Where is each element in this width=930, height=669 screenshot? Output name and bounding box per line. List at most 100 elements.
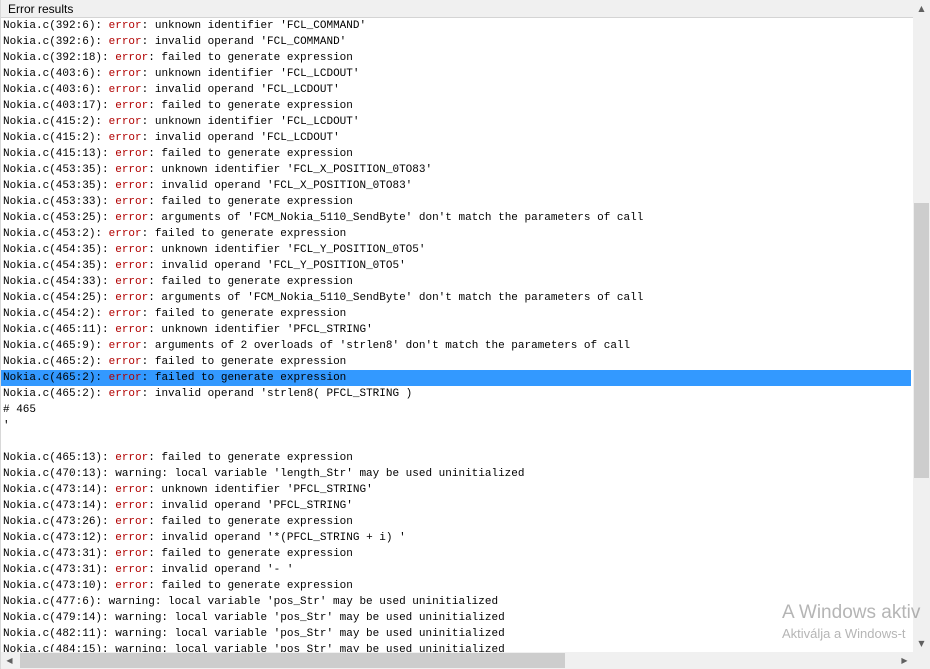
line-message: : unknown identifier 'FCL_Y_POSITION_0TO…	[148, 244, 426, 256]
scroll-down-arrow-icon[interactable]: ▼	[913, 635, 930, 652]
list-item[interactable]: Nokia.c(473:14): error: invalid operand …	[3, 498, 911, 514]
line-message: : failed to generate expression	[148, 548, 353, 560]
error-keyword: error	[108, 68, 142, 80]
error-keyword: error	[108, 372, 142, 384]
line-message: : failed to generate expression	[141, 372, 347, 384]
line-message: : failed to generate expression	[141, 228, 347, 240]
line-location: Nokia.c(415:13):	[3, 148, 116, 160]
error-keyword: error	[115, 292, 149, 304]
list-item[interactable]: Nokia.c(453:25): error: arguments of 'FC…	[3, 210, 911, 226]
list-item[interactable]: Nokia.c(465:2): error: invalid operand '…	[3, 386, 911, 402]
list-item[interactable]: Nokia.c(415:2): error: invalid operand '…	[3, 130, 911, 146]
list-item[interactable]: Nokia.c(454:25): error: arguments of 'FC…	[3, 290, 911, 306]
list-item[interactable]: Nokia.c(465:2): error: failed to generat…	[3, 354, 911, 370]
scroll-up-arrow-icon[interactable]: ▲	[913, 0, 930, 17]
line-location: Nokia.c(392:6):	[3, 20, 109, 32]
error-keyword: error	[115, 212, 149, 224]
line-location: Nokia.c(403:6):	[3, 68, 109, 80]
list-item[interactable]: Nokia.c(403:17): error: failed to genera…	[3, 98, 911, 114]
error-keyword: error	[115, 244, 149, 256]
list-item[interactable]: Nokia.c(454:35): error: unknown identifi…	[3, 242, 911, 258]
list-item[interactable]: Nokia.c(454:2): error: failed to generat…	[3, 306, 911, 322]
list-item[interactable]: Nokia.c(454:33): error: failed to genera…	[3, 274, 911, 290]
list-item[interactable]: Nokia.c(453:2): error: failed to generat…	[3, 226, 911, 242]
list-item[interactable]: Nokia.c(473:10): error: failed to genera…	[3, 578, 911, 594]
error-keyword: error	[108, 116, 142, 128]
error-keyword: error	[115, 532, 149, 544]
scrollbar-corner	[913, 652, 930, 669]
error-keyword: error	[115, 148, 149, 160]
error-keyword: error	[108, 308, 142, 320]
error-keyword: error	[115, 180, 149, 192]
line-location: Nokia.c(473:10):	[3, 580, 116, 592]
list-item[interactable]: Nokia.c(453:35): error: invalid operand …	[3, 178, 911, 194]
line-message: : unknown identifier 'FCL_X_POSITION_0TO…	[148, 164, 433, 176]
list-item[interactable]: Nokia.c(482:11): warning: local variable…	[3, 626, 911, 642]
line-location: Nokia.c(415:2):	[3, 116, 109, 128]
list-item[interactable]	[3, 434, 911, 450]
list-item[interactable]: Nokia.c(453:35): error: unknown identifi…	[3, 162, 911, 178]
line-message: : invalid operand 'strlen8( PFCL_STRING …	[141, 388, 413, 400]
line-message: : invalid operand 'FCL_X_POSITION_0TO83'	[148, 180, 413, 192]
line-message: : failed to generate expression	[148, 452, 353, 464]
error-keyword: error	[115, 516, 149, 528]
list-item[interactable]: Nokia.c(473:26): error: failed to genera…	[3, 514, 911, 530]
line-location: # 465	[3, 404, 37, 416]
error-keyword: error	[108, 84, 142, 96]
list-item[interactable]: Nokia.c(403:6): error: unknown identifie…	[3, 66, 911, 82]
vertical-scrollbar[interactable]: ▲ ▼	[913, 0, 930, 652]
line-message: : invalid operand 'FCL_Y_POSITION_0TO5'	[148, 260, 406, 272]
list-item[interactable]: Nokia.c(484:15): warning: local variable…	[3, 642, 911, 652]
list-item[interactable]: Nokia.c(403:6): error: invalid operand '…	[3, 82, 911, 98]
window-title: Error results	[1, 0, 913, 18]
line-location: Nokia.c(465:2):	[3, 356, 109, 368]
list-item[interactable]: Nokia.c(454:35): error: invalid operand …	[3, 258, 911, 274]
scroll-left-arrow-icon[interactable]: ◀	[1, 652, 18, 669]
error-lines: Nokia.c(392:6): error: unknown identifie…	[1, 18, 913, 652]
line-message: : failed to generate expression	[141, 308, 347, 320]
line-message: : unknown identifier 'PFCL_STRING'	[148, 324, 373, 336]
list-item[interactable]: Nokia.c(392:18): error: failed to genera…	[3, 50, 911, 66]
line-location: Nokia.c(484:15): warning: local variable…	[3, 644, 505, 652]
line-location: Nokia.c(465:9):	[3, 340, 109, 352]
list-item[interactable]: Nokia.c(415:2): error: unknown identifie…	[3, 114, 911, 130]
error-keyword: error	[108, 20, 142, 32]
list-item[interactable]: Nokia.c(477:6): warning: local variable …	[3, 594, 911, 610]
list-item[interactable]: Nokia.c(473:31): error: failed to genera…	[3, 546, 911, 562]
error-keyword: error	[115, 452, 149, 464]
error-keyword: error	[108, 132, 142, 144]
line-message: : failed to generate expression	[148, 196, 353, 208]
list-item[interactable]: Nokia.c(473:12): error: invalid operand …	[3, 530, 911, 546]
line-location: Nokia.c(454:33):	[3, 276, 116, 288]
list-item[interactable]: Nokia.c(479:14): warning: local variable…	[3, 610, 911, 626]
line-location: Nokia.c(473:31):	[3, 564, 116, 576]
line-location: Nokia.c(454:35):	[3, 260, 116, 272]
horizontal-scroll-thumb[interactable]	[20, 653, 565, 668]
line-location: Nokia.c(465:2):	[3, 388, 109, 400]
error-keyword: error	[115, 196, 149, 208]
vertical-scroll-thumb[interactable]	[914, 203, 929, 478]
list-item[interactable]: # 465	[3, 402, 911, 418]
list-item[interactable]: Nokia.c(473:14): error: unknown identifi…	[3, 482, 911, 498]
list-item[interactable]: Nokia.c(465:11): error: unknown identifi…	[3, 322, 911, 338]
line-location: Nokia.c(477:6): warning: local variable …	[3, 596, 499, 608]
list-item[interactable]: Nokia.c(392:6): error: unknown identifie…	[3, 18, 911, 34]
line-message: : invalid operand '*(PFCL_STRING + i) '	[148, 532, 406, 544]
horizontal-scrollbar[interactable]: ◀ ▶	[1, 652, 913, 669]
list-item[interactable]: '	[3, 418, 911, 434]
list-item-selected[interactable]: Nokia.c(465:2): error: failed to generat…	[1, 370, 911, 386]
list-item[interactable]: Nokia.c(415:13): error: failed to genera…	[3, 146, 911, 162]
line-message: : unknown identifier 'FCL_COMMAND'	[141, 20, 367, 32]
list-item[interactable]: Nokia.c(470:13): warning: local variable…	[3, 466, 911, 482]
list-item[interactable]: Nokia.c(465:9): error: arguments of 2 ov…	[3, 338, 911, 354]
error-results-list[interactable]: Nokia.c(392:6): error: unknown identifie…	[1, 18, 913, 652]
line-location: Nokia.c(473:26):	[3, 516, 116, 528]
scroll-right-arrow-icon[interactable]: ▶	[896, 652, 913, 669]
line-location: Nokia.c(392:6):	[3, 36, 109, 48]
list-item[interactable]: Nokia.c(453:33): error: failed to genera…	[3, 194, 911, 210]
list-item[interactable]: Nokia.c(465:13): error: failed to genera…	[3, 450, 911, 466]
line-message: : unknown identifier 'FCL_LCDOUT'	[141, 68, 360, 80]
list-item[interactable]: Nokia.c(473:31): error: invalid operand …	[3, 562, 911, 578]
error-keyword: error	[115, 580, 149, 592]
list-item[interactable]: Nokia.c(392:6): error: invalid operand '…	[3, 34, 911, 50]
